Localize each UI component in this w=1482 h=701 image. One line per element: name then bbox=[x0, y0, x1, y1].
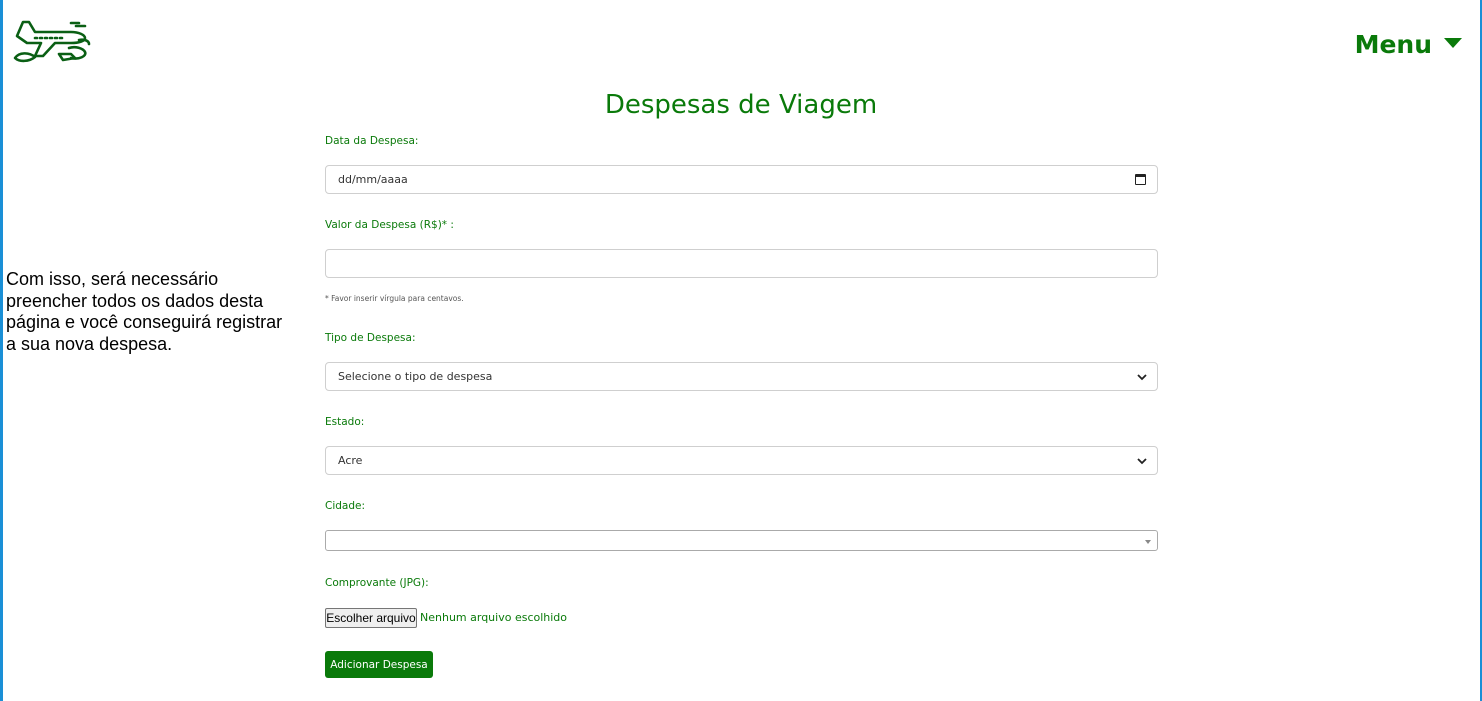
choose-file-button[interactable]: Escolher arquivo bbox=[325, 608, 417, 628]
date-label: Data da Despesa: bbox=[325, 135, 419, 147]
chevron-down-icon bbox=[1137, 458, 1147, 465]
add-expense-button[interactable]: Adicionar Despesa bbox=[325, 651, 433, 678]
amount-hint: * Favor inserir vírgula para centavos. bbox=[325, 294, 464, 303]
calendar-icon[interactable] bbox=[1135, 174, 1146, 185]
menu-label[interactable]: Menu bbox=[1355, 30, 1432, 59]
airplane-icon[interactable] bbox=[13, 18, 93, 66]
file-status: Nenhum arquivo escolhido bbox=[420, 611, 568, 624]
amount-input[interactable] bbox=[325, 249, 1158, 278]
state-label: Estado: bbox=[325, 416, 365, 428]
caret-down-icon[interactable] bbox=[1444, 37, 1462, 48]
menu-dropdown[interactable]: Menu bbox=[1355, 30, 1462, 59]
expense-type-select[interactable]: Selecione o tipo de despesa bbox=[325, 362, 1158, 391]
expense-type-label: Tipo de Despesa: bbox=[325, 332, 416, 344]
city-label: Cidade: bbox=[325, 500, 366, 512]
caret-down-icon bbox=[1145, 540, 1151, 544]
page-title: Despesas de Viagem bbox=[604, 90, 878, 120]
amount-label: Valor da Despesa (R$)* : bbox=[325, 219, 454, 231]
receipt-label: Comprovante (JPG): bbox=[325, 577, 429, 589]
date-placeholder: dd/mm/aaaa bbox=[338, 173, 408, 186]
expense-type-value: Selecione o tipo de despesa bbox=[338, 370, 493, 383]
chevron-down-icon bbox=[1137, 374, 1147, 381]
state-select[interactable]: Acre bbox=[325, 446, 1158, 475]
instruction-note: Com isso, será necessário preencher todo… bbox=[6, 269, 283, 355]
state-value: Acre bbox=[338, 454, 363, 467]
city-select[interactable] bbox=[325, 530, 1158, 551]
date-input[interactable]: dd/mm/aaaa bbox=[325, 165, 1158, 194]
